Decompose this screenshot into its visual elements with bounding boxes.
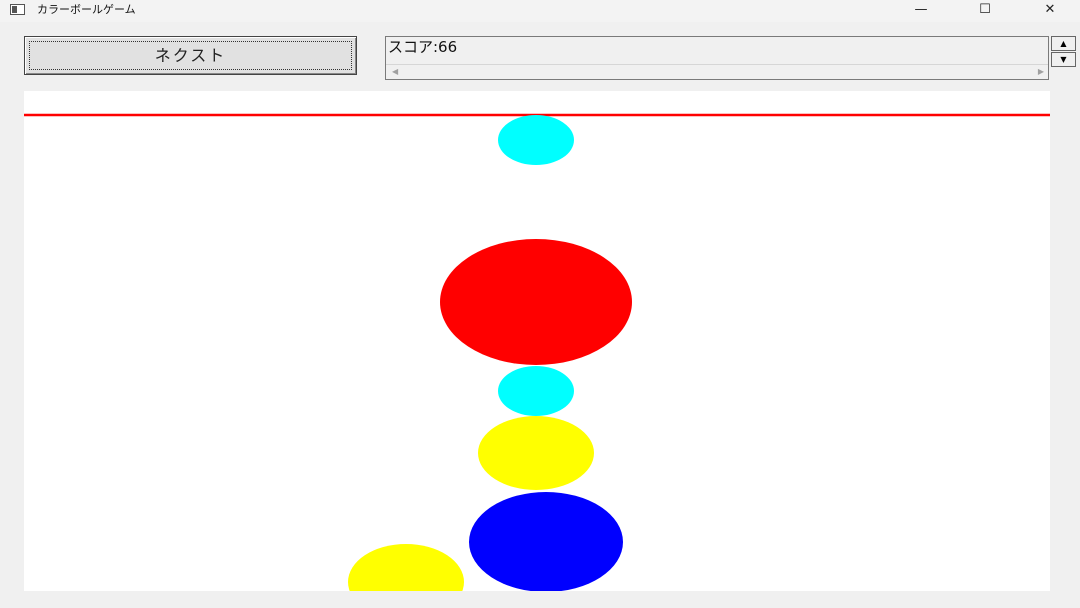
score-text: スコア:66 <box>388 38 458 56</box>
cyan-ball-top <box>498 115 574 165</box>
scroll-left-icon[interactable]: ◀ <box>392 67 398 77</box>
next-button-label: ネクスト <box>154 46 227 65</box>
game-canvas[interactable] <box>24 91 1050 591</box>
yellow-ball-left <box>348 544 464 591</box>
scroll-right-icon[interactable]: ▶ <box>1038 67 1044 77</box>
maximize-button[interactable]: ☐ <box>962 0 1008 20</box>
minimize-button[interactable]: — <box>898 0 944 20</box>
score-spinner[interactable]: ▲ ▼ <box>1051 36 1076 68</box>
spin-down-button[interactable]: ▼ <box>1051 52 1076 67</box>
app-window: カラーボールゲーム — ☐ ✕ ネクスト スコア:66 ◀ ▶ ▲ ▼ <box>0 0 1080 608</box>
spin-up-button[interactable]: ▲ <box>1051 36 1076 51</box>
app-icon <box>10 4 25 15</box>
score-textbox[interactable]: スコア:66 ◀ ▶ <box>385 36 1049 80</box>
yellow-ball-middle <box>478 416 594 490</box>
blue-ball <box>469 492 623 591</box>
next-button[interactable]: ネクスト <box>24 36 357 75</box>
window-title: カラーボールゲーム <box>37 3 136 16</box>
horizontal-scrollbar[interactable]: ◀ ▶ <box>386 64 1048 79</box>
title-bar[interactable]: カラーボールゲーム — ☐ ✕ <box>0 0 1080 22</box>
close-button[interactable]: ✕ <box>1027 0 1073 20</box>
ball-layer <box>348 115 632 591</box>
game-board[interactable] <box>24 91 1050 591</box>
red-ball <box>440 239 632 365</box>
cyan-ball-middle <box>498 366 574 416</box>
